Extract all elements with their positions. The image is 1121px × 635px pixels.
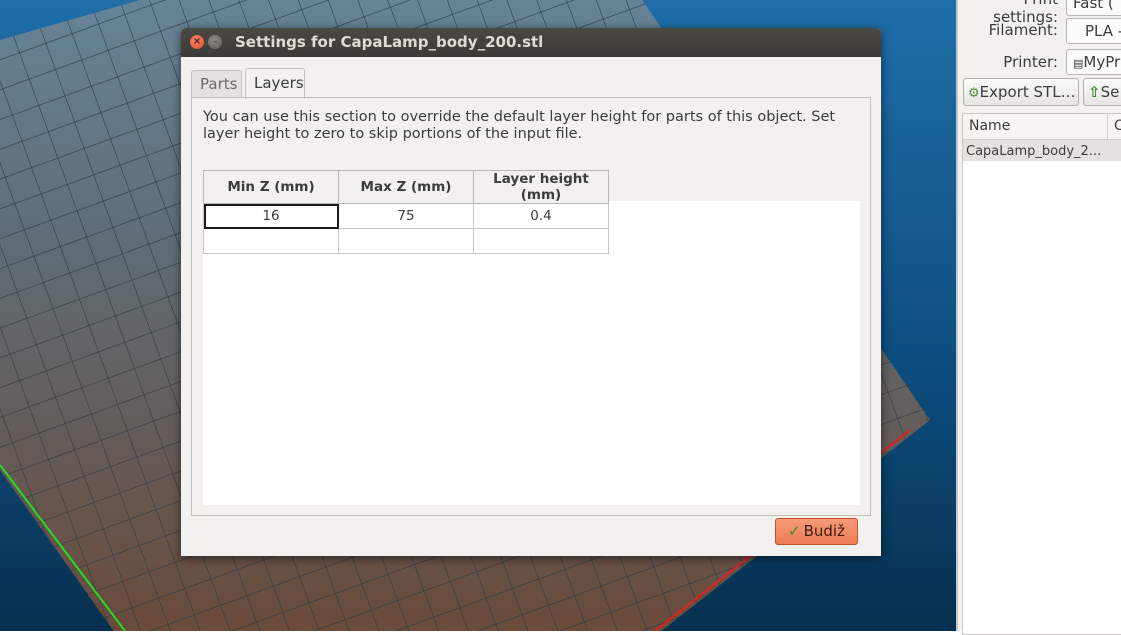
minimize-icon[interactable]: – (208, 35, 222, 49)
printer-combo[interactable]: ▤MyPr (1066, 49, 1121, 75)
dialog-titlebar[interactable]: × – Settings for CapaLamp_body_200.stl (181, 28, 881, 57)
printer-icon: ▤ (1073, 57, 1084, 70)
print-settings-value: Fast ( (1073, 0, 1114, 12)
layers-grid[interactable]: Min Z (mm) Max Z (mm) Layer height (mm) … (203, 170, 860, 505)
cell-max-z[interactable] (338, 228, 474, 254)
settings-dialog: × – Settings for CapaLamp_body_200.stl P… (181, 28, 881, 556)
tab-parts[interactable]: Parts (191, 70, 242, 97)
table-header-row: Min Z (mm) Max Z (mm) Layer height (mm) (203, 170, 609, 204)
ok-button-label: Budiž (803, 522, 845, 540)
object-list-row[interactable]: CapaLamp_body_2... (963, 140, 1121, 161)
filament-combo[interactable]: PLA - (1066, 18, 1121, 44)
export-stl-button[interactable]: ⚙Export STL… (963, 78, 1079, 106)
layers-description: You can use this section to override the… (203, 109, 836, 142)
grid-header-fill (608, 170, 860, 201)
object-name: CapaLamp_body_2... (966, 144, 1102, 159)
tab-layers[interactable]: Layers (245, 68, 305, 99)
column-name[interactable]: Name (969, 118, 1010, 134)
column-layer-height[interactable]: Layer height (mm) (473, 170, 609, 204)
table-row: 16 75 0.4 (203, 203, 609, 229)
filament-label: Filament: (988, 21, 1058, 39)
cell-min-z[interactable]: 16 (203, 203, 339, 229)
cell-layer-height[interactable] (473, 228, 609, 254)
column-c[interactable]: C (1114, 118, 1121, 134)
object-list-header: Name C (963, 114, 1121, 140)
right-panel: Print settings: Fast ( Filament: PLA - P… (956, 0, 1121, 635)
cell-min-z[interactable] (203, 228, 339, 254)
column-max-z[interactable]: Max Z (mm) (338, 170, 474, 204)
upload-arrow-icon: ⇧ (1088, 83, 1101, 101)
table-row (203, 228, 609, 254)
printer-label: Printer: (1003, 53, 1058, 71)
send-label: Se (1100, 83, 1120, 101)
object-list[interactable]: Name C CapaLamp_body_2... (962, 113, 1121, 635)
close-icon[interactable]: × (190, 35, 204, 49)
printer-value: MyPr (1083, 53, 1121, 71)
cell-max-z[interactable]: 75 (338, 203, 474, 229)
print-settings-combo[interactable]: Fast ( (1066, 0, 1121, 16)
ok-button[interactable]: ✓ Budiž (775, 518, 858, 545)
filament-value: PLA - (1085, 22, 1121, 40)
layers-table: Min Z (mm) Max Z (mm) Layer height (mm) … (203, 170, 609, 254)
column-min-z[interactable]: Min Z (mm) (203, 170, 339, 204)
checkmark-icon: ✓ (788, 522, 801, 540)
cell-layer-height[interactable]: 0.4 (473, 203, 609, 229)
dialog-title: Settings for CapaLamp_body_200.stl (235, 33, 544, 51)
export-stl-label: Export STL… (979, 83, 1076, 101)
layers-panel: You can use this section to override the… (191, 97, 871, 516)
send-button[interactable]: ⇧Se (1083, 78, 1121, 106)
export-icon: ⚙ (968, 86, 980, 101)
